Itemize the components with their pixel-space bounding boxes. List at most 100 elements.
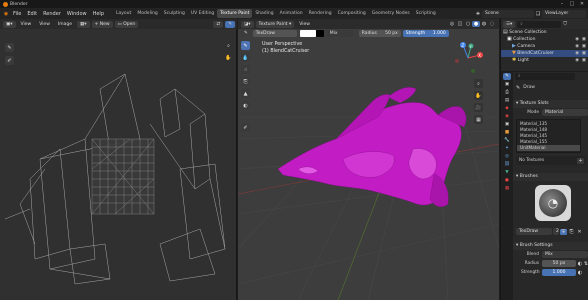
scene-selector[interactable]: Scene: [482, 9, 534, 18]
tab-shading[interactable]: Shading: [252, 9, 276, 18]
viewport-editor-type-button[interactable]: ◪▾: [241, 20, 254, 28]
menu-help[interactable]: Help: [90, 11, 107, 17]
brushes-panel-header[interactable]: ▾ Brushes: [513, 173, 588, 181]
unlink-brush-icon[interactable]: ✕: [576, 229, 583, 235]
tab-geometry-nodes[interactable]: Geometry Nodes: [369, 9, 413, 18]
ortho-toggle-icon[interactable]: ▦: [474, 115, 483, 124]
radius-field[interactable]: 50 px: [542, 260, 576, 267]
tab-scripting[interactable]: Scripting: [413, 9, 439, 18]
clone-tool[interactable]: ⎘: [241, 77, 250, 86]
radius-unit-icon[interactable]: ⇅: [583, 261, 588, 267]
blend-dropdown[interactable]: Mix: [326, 30, 353, 37]
particles-tab-icon[interactable]: ✦: [503, 145, 511, 152]
solid-shading-icon[interactable]: ●: [472, 21, 480, 27]
camera-view-icon[interactable]: 🎥: [474, 103, 483, 112]
tool-tab-icon[interactable]: ✎: [503, 73, 511, 80]
material-list[interactable]: Material_135 Material_148 Material_145 M…: [516, 119, 581, 153]
outliner-scene-collection[interactable]: ▤ Scene Collection: [501, 29, 588, 36]
rendered-shading-icon[interactable]: ◌: [488, 21, 496, 27]
zoom-view-icon[interactable]: ⌕: [474, 79, 483, 88]
properties-editor[interactable]: ✎ ▣ ⎙ ▤ ◆ ◉ ▣ ■ 🔧 ✦ ◎ ⛓ ▼ ● ▦ ⌕ ✎ Draw ▾…: [500, 72, 588, 300]
tab-compositing[interactable]: Compositing: [335, 9, 369, 18]
pan-view-icon[interactable]: ✋: [474, 91, 483, 100]
data-tab-icon[interactable]: ▼: [503, 169, 511, 176]
annotate-tool[interactable]: ✐: [241, 123, 250, 132]
paint-mode-icon[interactable]: ✎: [225, 20, 235, 28]
brush-thumbnail[interactable]: ◔: [535, 185, 571, 221]
texture-tab-icon[interactable]: ▦: [503, 185, 511, 192]
mode-dropdown[interactable]: Material: [542, 109, 588, 116]
3d-viewport[interactable]: ◪▾ Texture Paint ▾ View ◎ ◫ ○ ● ◍ ◌ ✎ Te…: [238, 19, 499, 300]
open-image-button[interactable]: ▭ Open: [114, 20, 139, 28]
material-item-selected[interactable]: UnitMaterial: [517, 145, 580, 151]
render-toggle-icon[interactable]: ▣: [582, 36, 586, 43]
filter-icon[interactable]: ⛉: [561, 21, 569, 27]
view-layer-selector[interactable]: ViewLayer: [542, 9, 586, 18]
brush-name-field[interactable]: TexDraw: [516, 228, 552, 235]
view-layer-tab-icon[interactable]: ▤: [503, 97, 511, 104]
output-tab-icon[interactable]: ⎙: [503, 89, 511, 96]
image-editor[interactable]: ▣▾ View View Image ▦▾ + New ▭ Open ⇄ ✎ ✎…: [0, 19, 237, 300]
modifier-tab-icon[interactable]: 🔧: [503, 137, 511, 144]
viewport-view-menu[interactable]: View: [296, 21, 313, 28]
menu-file[interactable]: File: [10, 11, 24, 17]
overlay-icon[interactable]: ◎: [448, 21, 456, 27]
smear-tool[interactable]: ☝: [241, 65, 250, 74]
strength-field[interactable]: 1.000: [542, 269, 576, 276]
outliner-item-collection[interactable]: ▣ Collection ◉ ▣: [501, 36, 588, 43]
soften-tool[interactable]: 💧: [241, 53, 250, 62]
object-tab-icon[interactable]: ■: [503, 129, 511, 136]
tab-animation[interactable]: Animation: [277, 9, 306, 18]
render-toggle-icon[interactable]: ▣: [582, 50, 586, 57]
new-image-button[interactable]: + New: [91, 20, 113, 28]
outliner[interactable]: ☰▾ ⌕ ⛉ ▤ Scene Collection ▣ Collection ◉…: [500, 19, 588, 71]
render-toggle-icon[interactable]: ▣: [582, 43, 586, 50]
outliner-editor-type[interactable]: ☰▾: [503, 20, 516, 28]
material-tab-icon[interactable]: ●: [503, 177, 511, 184]
outliner-search[interactable]: ⌕: [517, 20, 562, 28]
physics-tab-icon[interactable]: ◎: [503, 153, 511, 160]
navigation-gizmo[interactable]: X Y Z: [451, 41, 485, 75]
outliner-item-camera[interactable]: ▶ Camera ◉ ▣: [501, 43, 588, 50]
tab-texture-paint[interactable]: Texture Paint: [217, 9, 253, 18]
outliner-item-blendcatcruiser[interactable]: ▼ BlendCatCruiser ◉ ▣: [501, 50, 588, 57]
render-toggle-icon[interactable]: ▣: [582, 57, 586, 64]
minimize-button[interactable]: –: [557, 0, 567, 8]
brush-name-field[interactable]: TexDraw: [252, 30, 297, 37]
brush-icon[interactable]: ✎: [241, 30, 251, 37]
blend-dropdown[interactable]: Mix: [542, 251, 588, 258]
menu-edit[interactable]: Edit: [24, 11, 40, 17]
strength-pressure-icon[interactable]: ◐: [577, 270, 583, 276]
visibility-eye-icon[interactable]: ◉: [575, 36, 579, 43]
menu-view[interactable]: View: [18, 21, 35, 28]
outliner-item-light[interactable]: ✱ Light ◉ ▣: [501, 57, 588, 64]
properties-search[interactable]: ⌕: [515, 73, 575, 80]
add-texture-button[interactable]: +: [577, 157, 584, 164]
menu-window[interactable]: Window: [64, 11, 90, 17]
tab-modeling[interactable]: Modeling: [134, 9, 160, 18]
mask-tool[interactable]: ◐: [241, 101, 250, 110]
fill-tool[interactable]: ▲: [241, 89, 250, 98]
brush-settings-panel-header[interactable]: ▾ Brush Settings: [513, 242, 588, 250]
image-browse-button[interactable]: ▦▾: [76, 20, 90, 28]
tab-rendering[interactable]: Rendering: [306, 9, 335, 18]
menu-view-2[interactable]: View: [36, 21, 53, 28]
render-tab-icon[interactable]: ▣: [503, 81, 511, 88]
maximize-button[interactable]: □: [567, 0, 577, 8]
secondary-color-swatch[interactable]: [315, 30, 324, 37]
editor-type-button[interactable]: ▣▾: [3, 20, 16, 28]
visibility-eye-icon[interactable]: ◉: [575, 57, 579, 64]
xray-icon[interactable]: ◫: [456, 21, 464, 27]
menu-render[interactable]: Render: [40, 11, 64, 17]
menu-image[interactable]: Image: [55, 21, 75, 28]
tab-uv-editing[interactable]: UV Editing: [188, 9, 217, 18]
draw-tool[interactable]: ✎: [241, 41, 250, 50]
close-button[interactable]: ✕: [577, 0, 587, 8]
tab-layout[interactable]: Layout: [113, 9, 134, 18]
color-swatch[interactable]: [299, 30, 316, 37]
texture-slot-list[interactable]: No Textures +: [516, 156, 586, 165]
collection-tab-icon[interactable]: ▣: [503, 121, 511, 128]
material-shading-icon[interactable]: ◍: [480, 21, 488, 27]
visibility-eye-icon[interactable]: ◉: [575, 43, 579, 50]
wireframe-shading-icon[interactable]: ○: [464, 21, 472, 27]
